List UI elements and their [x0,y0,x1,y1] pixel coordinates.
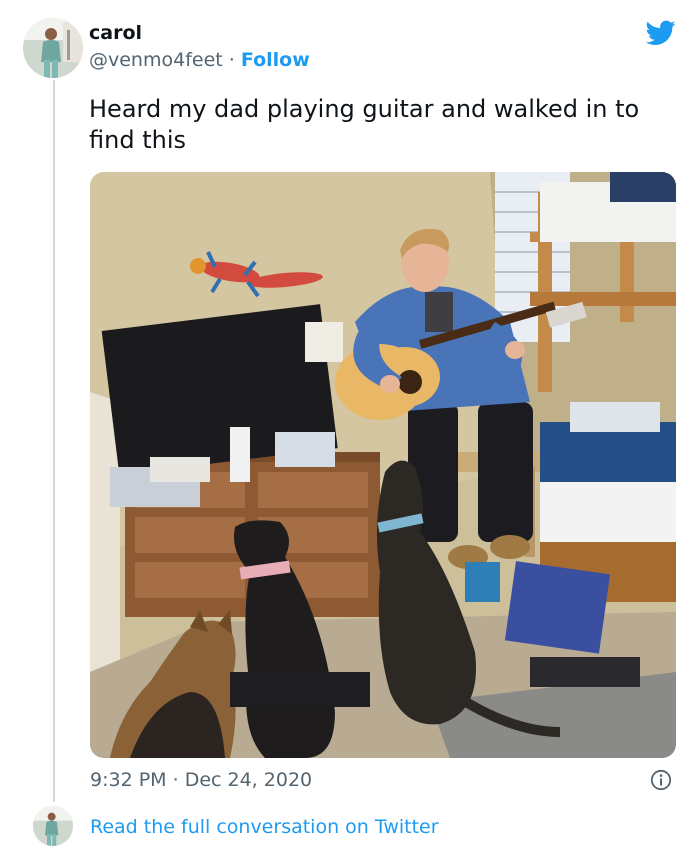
author-avatar[interactable] [23,18,83,78]
handle-separator: · [228,49,235,71]
thread-line [53,80,55,802]
twitter-bird-icon[interactable] [645,20,676,46]
read-conversation-link[interactable]: Read the full conversation on Twitter [90,814,439,840]
tweet-time: 9:32 PM [90,769,167,791]
avatar-image [23,18,83,78]
author-handle-row: @venmo4feet · Follow [89,46,310,74]
author-display-name[interactable]: carol [89,20,310,46]
tweet-photo[interactable] [90,172,676,758]
follow-button[interactable]: Follow [241,49,310,71]
photo-man-playing-guitar-with-dogs [90,172,676,758]
info-icon[interactable] [650,769,672,791]
author-handle[interactable]: @venmo4feet [89,49,223,71]
tweet-timestamp[interactable]: 9:32 PM · Dec 24, 2020 [90,767,312,793]
avatar-image [33,806,73,846]
tweet-text: Heard my dad playing guitar and walked i… [89,95,640,154]
tweet-date: Dec 24, 2020 [184,769,313,791]
author-block: carol @venmo4feet · Follow [89,20,310,74]
timestamp-separator: · [172,769,179,791]
footer-avatar[interactable] [33,806,73,846]
